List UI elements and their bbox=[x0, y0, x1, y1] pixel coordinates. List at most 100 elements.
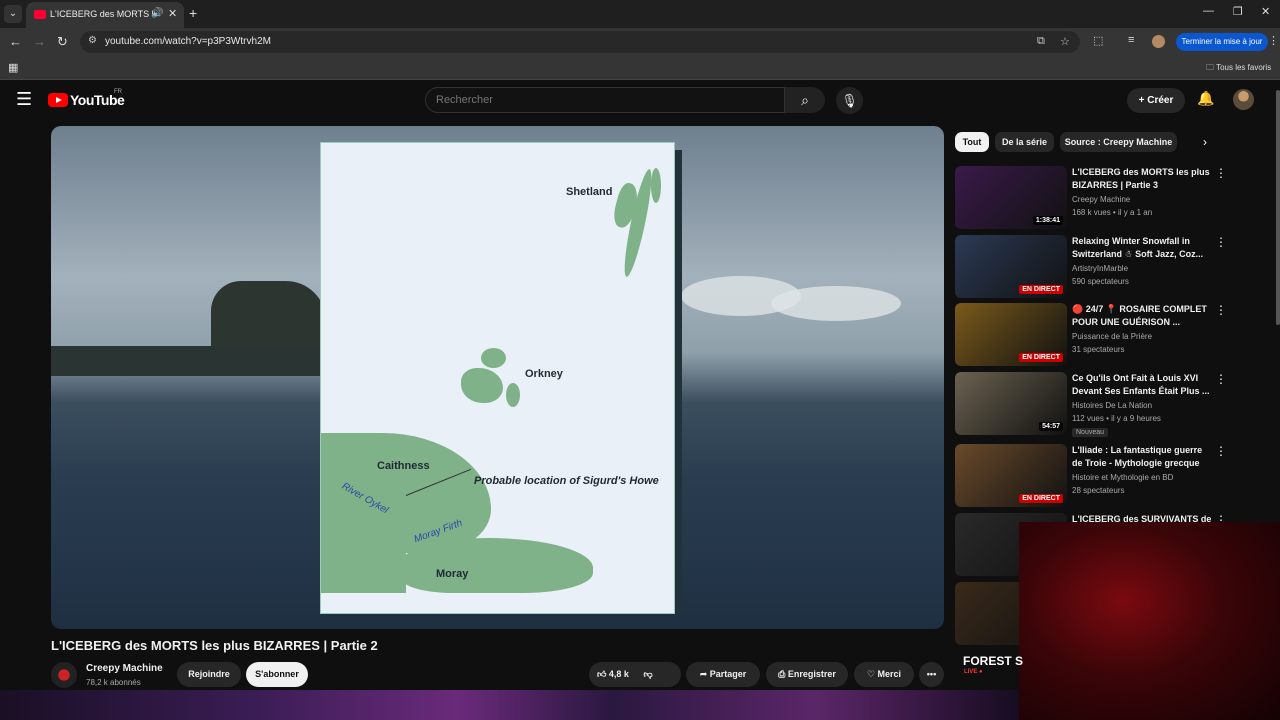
reading-list-icon[interactable]: ≡ bbox=[1128, 34, 1134, 46]
page-scrollbar[interactable] bbox=[1276, 90, 1280, 325]
install-app-icon[interactable]: ⧉ bbox=[1037, 35, 1045, 48]
thanks-button[interactable]: ♡ Merci bbox=[854, 662, 914, 687]
thanks-icon: ♡ bbox=[866, 669, 878, 679]
create-button[interactable]: + Créer bbox=[1127, 88, 1185, 113]
save-label: Enregistrer bbox=[787, 669, 836, 679]
recommendation-item[interactable]: 54:57 Ce Qu'ils Ont Fait à Louis XVI Deva… bbox=[955, 372, 1265, 437]
recommendation-item[interactable]: 1:38:41 L'ICEBERG des MORTS les plus BIZA… bbox=[955, 166, 1265, 230]
subscribe-button[interactable]: S'abonner bbox=[246, 662, 308, 687]
webcam-overlay bbox=[1019, 522, 1280, 720]
close-window-button[interactable]: ✕ bbox=[1261, 5, 1270, 18]
forward-button[interactable]: → bbox=[33, 34, 46, 49]
recommendation-item[interactable]: EN DIRECT Relaxing Winter Snowfall in Swi… bbox=[955, 235, 1265, 299]
more-options-icon[interactable]: ⋮ bbox=[1215, 235, 1227, 249]
chevron-right-icon[interactable]: › bbox=[1203, 135, 1207, 149]
minimize-button[interactable]: — bbox=[1203, 5, 1214, 17]
chip-all[interactable]: Tout bbox=[955, 132, 989, 152]
video-player[interactable]: Shetland Orkney Caithness Moray Probable… bbox=[51, 126, 944, 629]
back-button[interactable]: ← bbox=[9, 34, 22, 49]
close-tab-icon[interactable]: ✕ bbox=[168, 7, 177, 20]
search-box[interactable] bbox=[425, 87, 785, 113]
bookmark-star-icon[interactable]: ☆ bbox=[1060, 35, 1070, 48]
youtube-header: ☰ YouTube FR ⌕ 🎙 + Créer 🔔 bbox=[0, 81, 1280, 121]
more-actions-button[interactable]: ••• bbox=[919, 662, 944, 687]
channel-avatar[interactable] bbox=[51, 662, 77, 688]
recommendation-thumbnail[interactable]: EN DIRECT bbox=[955, 303, 1067, 366]
apps-grid-icon[interactable]: ▦ bbox=[8, 61, 18, 74]
coastline bbox=[51, 346, 321, 376]
new-tab-button[interactable]: + bbox=[189, 5, 197, 21]
recommendation-channel[interactable]: Creepy Machine bbox=[1072, 195, 1130, 204]
recommendation-item[interactable]: EN DIRECT 🔴 24/7 📍 ROSAIRE COMPLET POUR U… bbox=[955, 303, 1265, 367]
recommendation-thumbnail[interactable]: EN DIRECT bbox=[955, 235, 1067, 298]
orkney-island bbox=[506, 383, 520, 407]
thumbnail-badge: 1:38:41 bbox=[1032, 216, 1063, 225]
recommendation-thumbnail[interactable]: 1:38:41 bbox=[955, 166, 1067, 229]
thumbnail-badge: 54:57 bbox=[1039, 422, 1063, 431]
recommendation-channel[interactable]: Histoire et Mythologie en BD bbox=[1072, 473, 1173, 482]
recommendation-meta: 28 spectateurs bbox=[1072, 486, 1125, 495]
maximize-button[interactable]: ❐ bbox=[1233, 5, 1243, 18]
recommendation-title[interactable]: Ce Qu'ils Ont Fait à Louis XVI Devant Se… bbox=[1072, 372, 1212, 399]
like-count[interactable]: 4,8 k bbox=[609, 669, 629, 679]
orkney-island bbox=[461, 368, 503, 403]
more-options-icon[interactable]: ⋮ bbox=[1215, 166, 1227, 180]
url-text[interactable]: youtube.com/watch?v=p3P3Wtrvh2M bbox=[105, 36, 271, 47]
dislike-icon[interactable]: 👎︎ bbox=[643, 669, 652, 679]
more-options-icon[interactable]: ⋮ bbox=[1215, 303, 1227, 317]
site-info-icon[interactable]: ⚙ bbox=[88, 35, 97, 46]
address-bar[interactable]: ⚙ youtube.com/watch?v=p3P3Wtrvh2M ⧉ ☆ bbox=[80, 31, 1080, 53]
recommendation-item[interactable]: EN DIRECT L'Iliade : La fantastique guerr… bbox=[955, 444, 1265, 508]
recommendation-meta: 31 spectateurs bbox=[1072, 345, 1125, 354]
chip-source[interactable]: Source : Creepy Machine bbox=[1060, 132, 1177, 152]
notifications-bell-icon[interactable]: 🔔 bbox=[1197, 90, 1214, 107]
youtube-favicon-icon bbox=[34, 10, 46, 19]
shetland-island bbox=[651, 168, 661, 203]
all-bookmarks-folder[interactable]: 🗀 Tous les favoris bbox=[1206, 62, 1271, 76]
save-icon: ⎙ bbox=[778, 669, 788, 679]
recommendation-thumbnail[interactable]: EN DIRECT bbox=[955, 444, 1067, 507]
microphone-icon[interactable]: 🎙 bbox=[836, 87, 863, 114]
browser-menu-icon[interactable]: ⋮ bbox=[1268, 34, 1279, 47]
audio-playing-icon[interactable]: 🔊 bbox=[151, 8, 163, 19]
thumbnail-badge: EN DIRECT bbox=[1019, 285, 1063, 294]
update-button[interactable]: Terminer la mise à jour bbox=[1176, 33, 1268, 51]
recommendation-title[interactable]: 🔴 24/7 📍 ROSAIRE COMPLET POUR UNE GUÉRIS… bbox=[1072, 303, 1212, 330]
active-tab[interactable]: L'ICEBERG des MORTS les plus BIZARRES | … bbox=[26, 2, 184, 28]
map-label-shetland: Shetland bbox=[566, 186, 613, 198]
hamburger-menu-icon[interactable]: ☰ bbox=[16, 89, 32, 110]
share-icon: ➦ bbox=[699, 669, 710, 679]
thumbnail-badge: EN DIRECT bbox=[1019, 494, 1063, 503]
chip-series[interactable]: De la série bbox=[995, 132, 1054, 152]
forest-thumb-label: FOREST S bbox=[963, 654, 1024, 668]
recommendation-thumbnail[interactable]: 54:57 bbox=[955, 372, 1067, 435]
browser-toolbar: ← → ↻ ⚙ youtube.com/watch?v=p3P3Wtrvh2M … bbox=[0, 28, 1280, 56]
youtube-logo-icon[interactable] bbox=[48, 93, 68, 107]
extensions-icon[interactable]: ⬚ bbox=[1093, 34, 1103, 47]
all-bookmarks-label: Tous les favoris bbox=[1216, 63, 1272, 72]
highland-land bbox=[321, 523, 406, 593]
recommendation-meta: 590 spectateurs bbox=[1072, 277, 1129, 286]
more-options-icon[interactable]: ⋮ bbox=[1215, 444, 1227, 458]
create-label: Créer bbox=[1147, 95, 1174, 106]
thanks-label: Merci bbox=[877, 669, 902, 679]
search-input[interactable] bbox=[436, 94, 766, 106]
recommendation-channel[interactable]: Histoires De La Nation bbox=[1072, 401, 1152, 410]
more-options-icon[interactable]: ⋮ bbox=[1215, 372, 1227, 386]
search-icon[interactable]: ⌕ bbox=[785, 87, 825, 113]
recommendation-title[interactable]: Relaxing Winter Snowfall in Switzerland … bbox=[1072, 235, 1212, 262]
channel-name[interactable]: Creepy Machine bbox=[86, 663, 163, 674]
recommendation-title[interactable]: L'ICEBERG des MORTS les plus BIZARRES | … bbox=[1072, 166, 1212, 193]
save-button[interactable]: ⎙ Enregistrer bbox=[766, 662, 848, 687]
reload-button[interactable]: ↻ bbox=[57, 34, 68, 50]
join-button[interactable]: Rejoindre bbox=[177, 662, 241, 687]
tab-title: L'ICEBERG des MORTS les plus BIZARRES | … bbox=[50, 9, 154, 19]
like-icon[interactable]: 👍︎ bbox=[597, 669, 606, 679]
profile-avatar[interactable] bbox=[1152, 35, 1165, 48]
recommendation-channel[interactable]: Puissance de la Prière bbox=[1072, 332, 1152, 341]
recommendation-channel[interactable]: ArtistryInMarble bbox=[1072, 264, 1128, 273]
account-avatar[interactable] bbox=[1233, 89, 1254, 110]
tab-search-button[interactable]: ⌄ bbox=[4, 5, 22, 23]
share-button[interactable]: ➦ Partager bbox=[686, 662, 760, 687]
recommendation-title[interactable]: L'Iliade : La fantastique guerre de Troi… bbox=[1072, 444, 1212, 471]
